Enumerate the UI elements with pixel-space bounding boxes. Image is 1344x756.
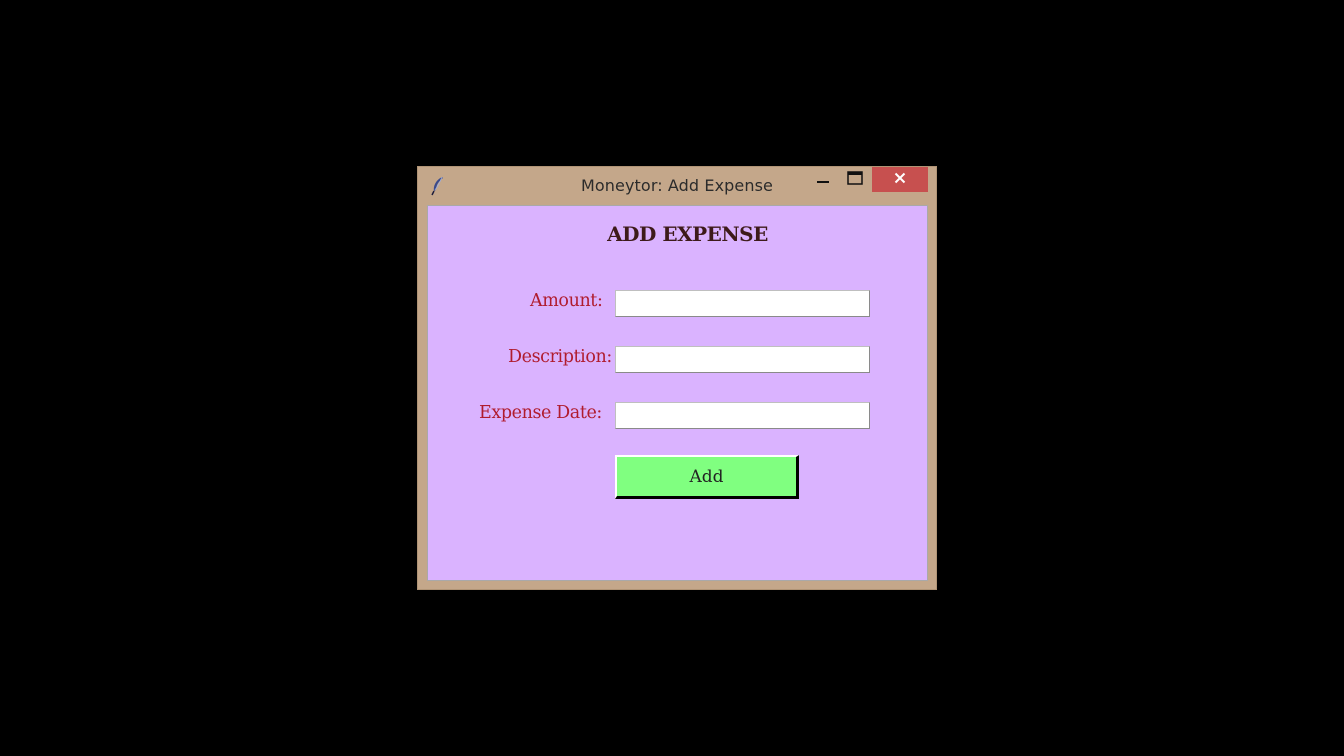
expense-date-label: Expense Date: [479,403,602,423]
add-button-label: Add [689,466,724,487]
expense-date-input[interactable] [615,402,870,429]
maximize-icon [847,170,863,190]
minimize-button[interactable] [810,167,836,193]
app-window: Moneytor: Add Expense ADD EXPENSE Amount… [417,166,937,590]
minimize-icon [816,171,830,190]
form-panel: ADD EXPENSE Amount: Description: Expense… [427,205,928,581]
close-icon [894,171,906,189]
description-label: Description: [508,347,612,367]
description-input[interactable] [615,346,870,373]
close-button[interactable] [872,167,928,192]
add-button[interactable]: Add [615,455,799,499]
title-bar[interactable]: Moneytor: Add Expense [418,167,936,205]
maximize-button[interactable] [840,167,870,193]
amount-label: Amount: [530,291,603,311]
amount-input[interactable] [615,290,870,317]
form-heading: ADD EXPENSE [607,222,768,246]
